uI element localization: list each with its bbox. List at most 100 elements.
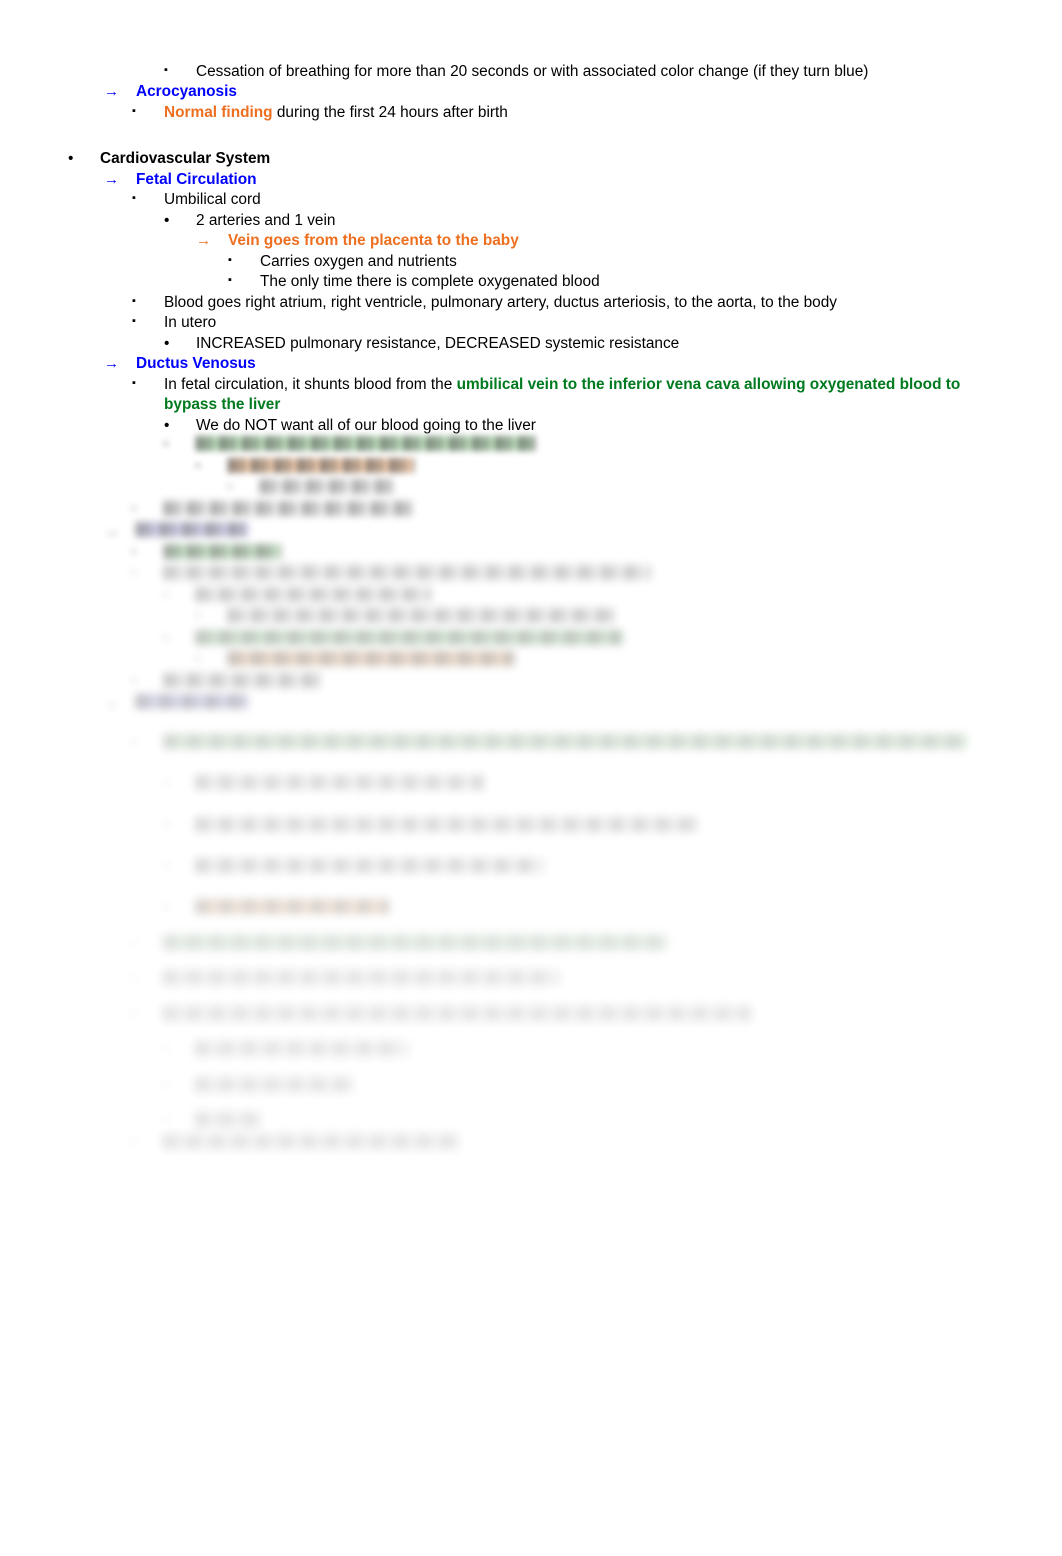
apnea-text: Cessation of breathing for more than 20 … <box>196 63 869 80</box>
list-item-umbilical-cord: ▪ Umbilical cord <box>60 190 1002 210</box>
square-bullet-icon: ▪ <box>164 631 168 644</box>
cardiovascular-system-heading: Cardiovascular System <box>100 150 271 168</box>
list-item-apnea: ▪ Cessation of breathing for more than 2… <box>60 62 1002 82</box>
square-bullet-icon: ▪ <box>164 818 168 831</box>
obscured-text <box>136 522 1002 543</box>
arrow-bullet-icon: → <box>104 695 119 713</box>
obscured-spacer <box>60 879 1002 899</box>
square-bullet-icon: ▪ <box>132 315 136 328</box>
obscured-list-item: ▪ <box>60 608 1002 629</box>
obscured-text-run <box>164 1005 751 1021</box>
obscured-text <box>196 899 1002 920</box>
complete-oxygenated-text: The only time there is complete oxygenat… <box>260 273 600 291</box>
obscured-text-run <box>164 1133 458 1149</box>
obscured-text-run <box>136 522 249 538</box>
obscured-list-item: ▪ <box>60 1133 1002 1155</box>
obscured-text-run <box>196 1076 358 1092</box>
square-bullet-icon: ▪ <box>164 777 168 790</box>
obscured-text-run <box>196 586 430 602</box>
blood-path-text: Blood goes right atrium, right ventricle… <box>164 293 837 311</box>
obscured-spacer <box>60 1063 1002 1077</box>
obscured-list-item: ▪ <box>60 629 1002 651</box>
obscured-text-run <box>164 565 651 581</box>
square-bullet-icon: ▪ <box>164 1114 168 1127</box>
ductus-venosus-desc: In fetal circulation, it shunts blood fr… <box>164 375 1002 416</box>
square-bullet-icon: ▪ <box>132 972 136 985</box>
square-bullet-icon: ▪ <box>132 192 136 205</box>
obscured-list-item: ▪ <box>60 457 1002 479</box>
obscured-list-item: ▪ <box>60 1112 1002 1133</box>
square-bullet-icon: ▪ <box>132 545 136 558</box>
list-item-normal-finding: ▪ Normal finding during the first 24 hou… <box>60 103 1002 123</box>
obscured-text-run <box>196 629 624 645</box>
obscured-list-item: ▪ <box>60 543 1002 565</box>
ductus-desc-plain: In fetal circulation, it shunts blood fr… <box>164 375 457 393</box>
list-item-two-arteries: • 2 arteries and 1 vein <box>60 211 1002 231</box>
obscured-list-item: ▪ <box>60 586 1002 608</box>
list-item-fetal-circulation: → Fetal Circulation <box>60 170 1002 190</box>
obscured-text <box>164 500 1002 522</box>
obscured-text-run <box>228 457 414 473</box>
fetal-circulation-heading: Fetal Circulation <box>136 170 257 188</box>
obscured-text <box>164 543 1002 565</box>
obscured-text <box>196 1041 1002 1062</box>
square-bullet-icon: ▪ <box>132 567 136 580</box>
obscured-text-run <box>260 479 394 495</box>
obscured-list-item: ▪ <box>60 479 1002 500</box>
obscured-text-run <box>164 970 558 986</box>
obscured-list-item: → <box>60 694 1002 715</box>
carries-oxygen-text: Carries oxygen and nutrients <box>260 252 457 270</box>
obscured-spacer <box>60 1027 1002 1041</box>
list-item-ductus-venosus: → Ductus Venosus <box>60 354 1002 374</box>
square-bullet-icon: ▪ <box>228 274 232 287</box>
square-bullet-icon: ▪ <box>164 588 168 601</box>
disc-bullet-icon: • <box>164 211 170 229</box>
obscured-text <box>164 565 1002 586</box>
acrocyanosis-heading: Acrocyanosis <box>136 83 237 101</box>
disc-bullet-icon: • <box>164 334 170 352</box>
obscured-text <box>228 651 1002 672</box>
ductus-venosus-heading: Ductus Venosus <box>136 355 256 373</box>
obscured-spacer <box>60 838 1002 858</box>
square-bullet-icon: ▪ <box>228 253 232 266</box>
square-bullet-icon: ▪ <box>196 459 200 472</box>
obscured-text <box>164 970 1002 991</box>
obscured-list-item: ▪ <box>60 1005 1002 1027</box>
normal-finding-label: Normal finding <box>164 103 273 121</box>
obscured-text-run <box>196 899 390 915</box>
obscured-text-run <box>196 1041 406 1057</box>
obscured-text <box>196 1112 1002 1133</box>
obscured-list-item: ▪ <box>60 970 1002 991</box>
obscured-list-item: ▪ <box>60 775 1002 796</box>
obscured-text-run <box>164 934 667 950</box>
square-bullet-icon: ▪ <box>132 735 136 748</box>
square-bullet-icon: ▪ <box>132 936 136 949</box>
disc-bullet-icon: • <box>68 150 74 168</box>
square-bullet-icon: ▪ <box>132 502 136 515</box>
obscured-text <box>164 1133 1002 1155</box>
obscured-text-run <box>164 543 282 559</box>
document-page: ▪ Cessation of breathing for more than 2… <box>0 0 1062 1556</box>
obscured-spacer <box>60 992 1002 1006</box>
obscured-list-item: → <box>60 522 1002 543</box>
obscured-text <box>228 608 1002 629</box>
obscured-text-run <box>136 694 249 710</box>
obscured-text-run <box>196 436 535 452</box>
obscured-text-run <box>196 816 696 832</box>
list-item-vein-placenta: → Vein goes from the placenta to the bab… <box>60 231 1002 251</box>
disc-bullet-icon: • <box>164 416 170 434</box>
list-item-blood-path: ▪ Blood goes right atrium, right ventric… <box>60 293 1002 313</box>
obscured-text-run <box>228 651 515 667</box>
not-want-liver-text: We do NOT want all of our blood going to… <box>196 416 536 434</box>
obscured-spacer <box>60 716 1002 734</box>
square-bullet-icon: ▪ <box>164 64 168 76</box>
list-item-complete-oxygenated: ▪ The only time there is complete oxygen… <box>60 272 1002 292</box>
square-bullet-icon: ▪ <box>228 481 232 494</box>
umbilical-cord-text: Umbilical cord <box>164 191 261 209</box>
square-bullet-icon: ▪ <box>196 610 200 623</box>
two-arteries-text: 2 arteries and 1 vein <box>196 211 336 229</box>
obscured-list-item: ▪ <box>60 899 1002 920</box>
obscured-list-item: ▪ <box>60 672 1002 694</box>
square-bullet-icon: ▪ <box>132 1135 136 1148</box>
